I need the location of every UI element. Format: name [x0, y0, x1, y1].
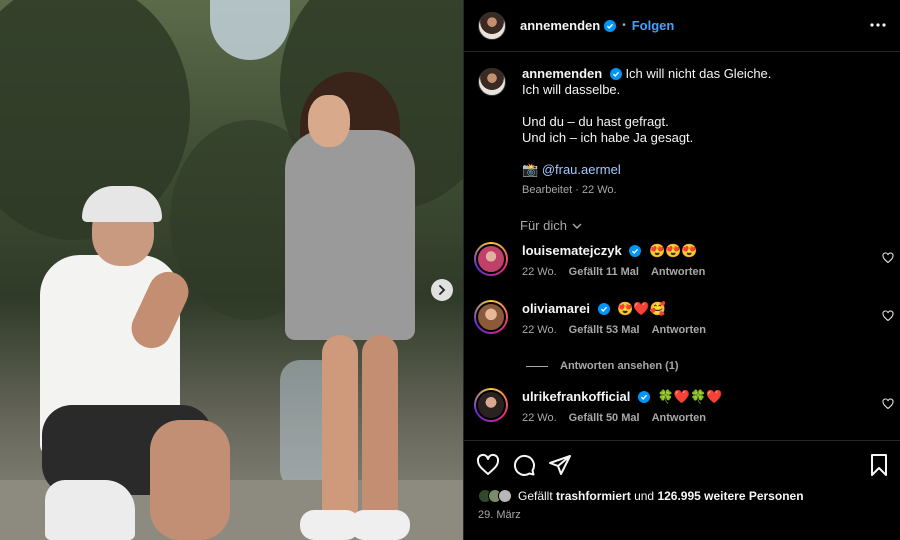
comment-item: ulrikefrankofficial 🍀❤️🍀❤️ 22 Wo. Gefäll… [474, 388, 894, 432]
share-paper-plane-icon[interactable] [548, 453, 572, 480]
comment-like-heart-icon[interactable] [882, 252, 894, 267]
chevron-down-icon [572, 223, 582, 229]
caption-line: Ich will nicht das Gleiche. [625, 66, 772, 81]
comment-like-heart-icon[interactable] [882, 310, 894, 325]
post-photo[interactable] [0, 0, 463, 540]
caption-author-avatar[interactable] [478, 68, 506, 96]
follow-button[interactable]: Folgen [632, 18, 675, 33]
comment-age: 22 Wo. [522, 412, 557, 424]
post-side-panel: annemenden • Folgen annemenden Ich will … [463, 0, 900, 540]
caption-meta: Bearbeitet · 22 Wo. [522, 184, 617, 196]
woman-shoe [350, 510, 410, 540]
comment-like-heart-icon[interactable] [882, 398, 894, 413]
commenter-username[interactable]: ulrikefrankofficial [522, 389, 630, 404]
comment-age: 22 Wo. [522, 266, 557, 278]
comments-scroll-area[interactable]: annemenden Ich will nicht das Gleiche. I… [464, 52, 900, 440]
post-date: 29. März [478, 509, 521, 521]
comment-filter-dropdown[interactable]: Für dich [520, 218, 583, 233]
comment-likes[interactable]: Gefällt 53 Mal [569, 324, 640, 336]
caption-line: Ich will dasselbe. [522, 82, 621, 97]
woman-blazer [285, 130, 415, 340]
save-bookmark-icon[interactable] [868, 453, 890, 480]
replies-divider-line [526, 365, 548, 367]
commenter-username[interactable]: louisematejczyk [522, 243, 622, 258]
comment-likes[interactable]: Gefällt 11 Mal [569, 266, 639, 278]
caption-line: Und du – du hast gefragt. [522, 114, 669, 129]
likes-conjunction: und [634, 489, 655, 503]
verified-badge-icon [638, 391, 650, 403]
comment-item: louisematejczyk 😍😍😍 22 Wo. Gefällt 11 Ma… [474, 242, 894, 286]
comment-bubble-icon[interactable] [512, 453, 536, 480]
post-actions-bar: Gefällt trashformiert und 126.995 weiter… [464, 440, 900, 540]
camera-emoji-icon: 📸 [522, 162, 539, 177]
separator-dot: • [622, 20, 626, 31]
comment-item: oliviamarei 😍❤️🥰 22 Wo. Gefällt 53 Mal A… [474, 300, 894, 344]
reply-button[interactable]: Antworten [652, 324, 706, 336]
comment-text: 🍀❤️🍀❤️ [657, 389, 723, 404]
comment-likes[interactable]: Gefällt 50 Mal [569, 412, 640, 424]
man-leg [150, 420, 230, 540]
caption-username[interactable]: annemenden [522, 66, 602, 81]
woman-leg [322, 335, 358, 525]
comment-filter-label: Für dich [520, 218, 567, 233]
author-username[interactable]: annemenden [520, 18, 600, 33]
verified-badge-icon [629, 245, 642, 257]
photographer-mention-link[interactable]: @frau.aermel [542, 162, 621, 177]
view-replies-label: Antworten ansehen (1) [560, 360, 679, 372]
reply-button[interactable]: Antworten [652, 412, 706, 424]
photo-sky [210, 0, 290, 60]
verified-badge-icon [597, 303, 610, 315]
reply-button[interactable]: Antworten [651, 266, 705, 278]
author-avatar[interactable] [478, 11, 506, 40]
likes-count[interactable]: 126.995 weitere Personen [657, 489, 803, 503]
more-options-icon[interactable] [869, 16, 887, 37]
comment-text: 😍😍😍 [648, 243, 698, 258]
liker-username[interactable]: trashformiert [556, 489, 631, 503]
liker-avatar [498, 489, 512, 503]
comment-age: 22 Wo. [522, 324, 557, 336]
verified-badge-icon [604, 19, 617, 32]
woman-face [308, 95, 350, 147]
commenter-avatar[interactable] [474, 388, 508, 422]
next-image-button[interactable] [431, 279, 453, 301]
likes-prefix: Gefällt [518, 489, 553, 503]
chevron-right-icon [439, 285, 446, 295]
like-heart-icon[interactable] [476, 453, 500, 480]
view-replies-button[interactable]: Antworten ansehen (1) [526, 360, 679, 372]
man-shoe [45, 480, 135, 540]
commenter-avatar[interactable] [474, 300, 508, 334]
woman-leg [362, 335, 398, 525]
likes-summary[interactable]: Gefällt trashformiert und 126.995 weiter… [478, 489, 804, 503]
post-header: annemenden • Folgen [464, 0, 900, 52]
verified-badge-icon [609, 68, 622, 80]
commenter-avatar[interactable] [474, 242, 508, 276]
comment-text: 😍❤️🥰 [617, 301, 666, 316]
commenter-username[interactable]: oliviamarei [522, 301, 590, 316]
caption-line: Und ich – ich habe Ja gesagt. [522, 130, 694, 145]
